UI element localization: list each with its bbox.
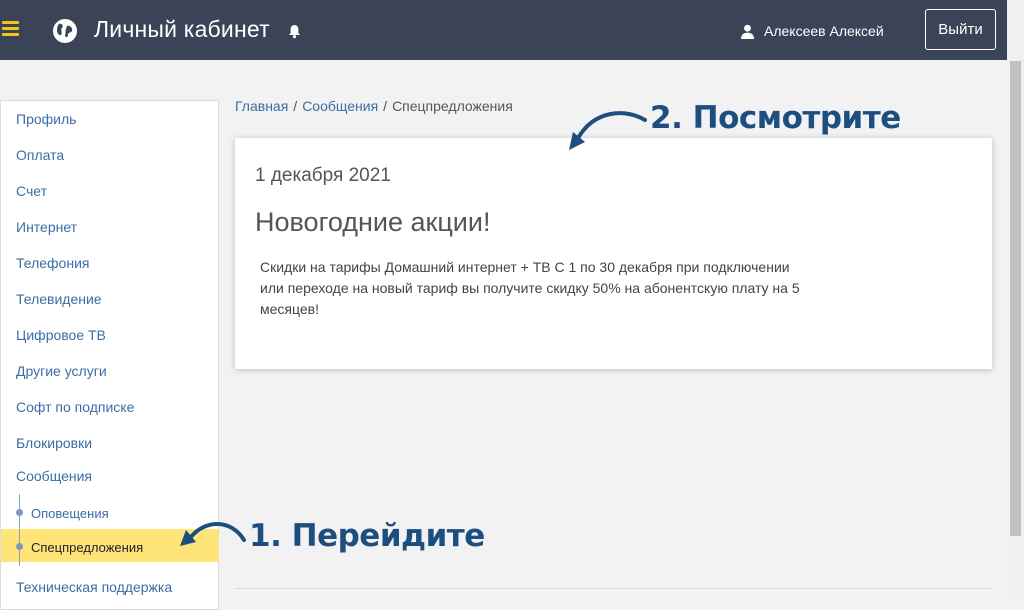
breadcrumb-messages-link[interactable]: Сообщения — [302, 98, 378, 114]
bell-icon[interactable] — [287, 24, 302, 39]
offer-card: 1 декабря 2021 Новогодние акции! Скидки … — [235, 138, 992, 369]
top-bar: Личный кабинет Алексеев Алексей Выйти — [0, 0, 1024, 60]
sidebar-item-television[interactable]: Телевидение — [16, 291, 102, 307]
submenu-bullet — [16, 509, 23, 516]
offer-title: Новогодние акции! — [255, 207, 491, 237]
sidebar-item-internet[interactable]: Интернет — [16, 219, 77, 235]
globe-icon — [53, 19, 77, 43]
sidebar-item-telephony[interactable]: Телефония — [16, 255, 89, 271]
sidebar-item-software-subscription[interactable]: Софт по подписке — [16, 399, 134, 415]
sidebar-item-digital-tv[interactable]: Цифровое ТВ — [16, 327, 106, 343]
annotation-step-1: 1. Перейдите — [249, 518, 485, 554]
sidebar-subitem-special-offers[interactable]: Спецпредложения — [31, 540, 143, 555]
user-icon — [741, 24, 754, 39]
offer-body: Скидки на тарифы Домашний интернет + ТВ … — [260, 259, 800, 317]
sidebar-item-other-services[interactable]: Другие услуги — [16, 363, 107, 379]
breadcrumb-current: Спецпредложения — [392, 98, 513, 114]
sidebar-item-profile[interactable]: Профиль — [16, 111, 76, 127]
logout-button[interactable]: Выйти — [925, 9, 996, 50]
user-menu[interactable]: Алексеев Алексей — [740, 22, 884, 40]
breadcrumb-home-link[interactable]: Главная — [235, 98, 288, 114]
annotation-step-2: 2. Посмотрите — [650, 100, 901, 136]
scrollbar-thumb[interactable] — [1010, 61, 1021, 536]
app-title: Личный кабинет — [94, 16, 270, 42]
hamburger-menu-icon[interactable] — [2, 21, 19, 37]
divider — [235, 588, 992, 589]
sidebar-subitem-notifications[interactable]: Оповещения — [31, 506, 109, 521]
breadcrumb-separator: / — [293, 98, 298, 114]
arrow-icon — [569, 111, 647, 150]
sidebar-item-messages[interactable]: Сообщения — [16, 468, 92, 484]
arrow-icon — [180, 522, 246, 546]
sidebar-item-tech-support[interactable]: Техническая поддержка — [16, 579, 172, 595]
offer-date: 1 декабря 2021 — [255, 165, 391, 186]
breadcrumb-separator: / — [383, 98, 388, 114]
sidebar-item-blocks[interactable]: Блокировки — [16, 435, 92, 451]
sidebar-item-payment[interactable]: Оплата — [16, 147, 64, 163]
breadcrumb: Главная / Сообщения / Спецпредложения — [235, 98, 513, 114]
submenu-tree-line — [19, 494, 20, 566]
submenu-bullet — [16, 543, 23, 550]
sidebar-item-account[interactable]: Счет — [16, 183, 47, 199]
user-name: Алексеев Алексей — [764, 23, 884, 39]
